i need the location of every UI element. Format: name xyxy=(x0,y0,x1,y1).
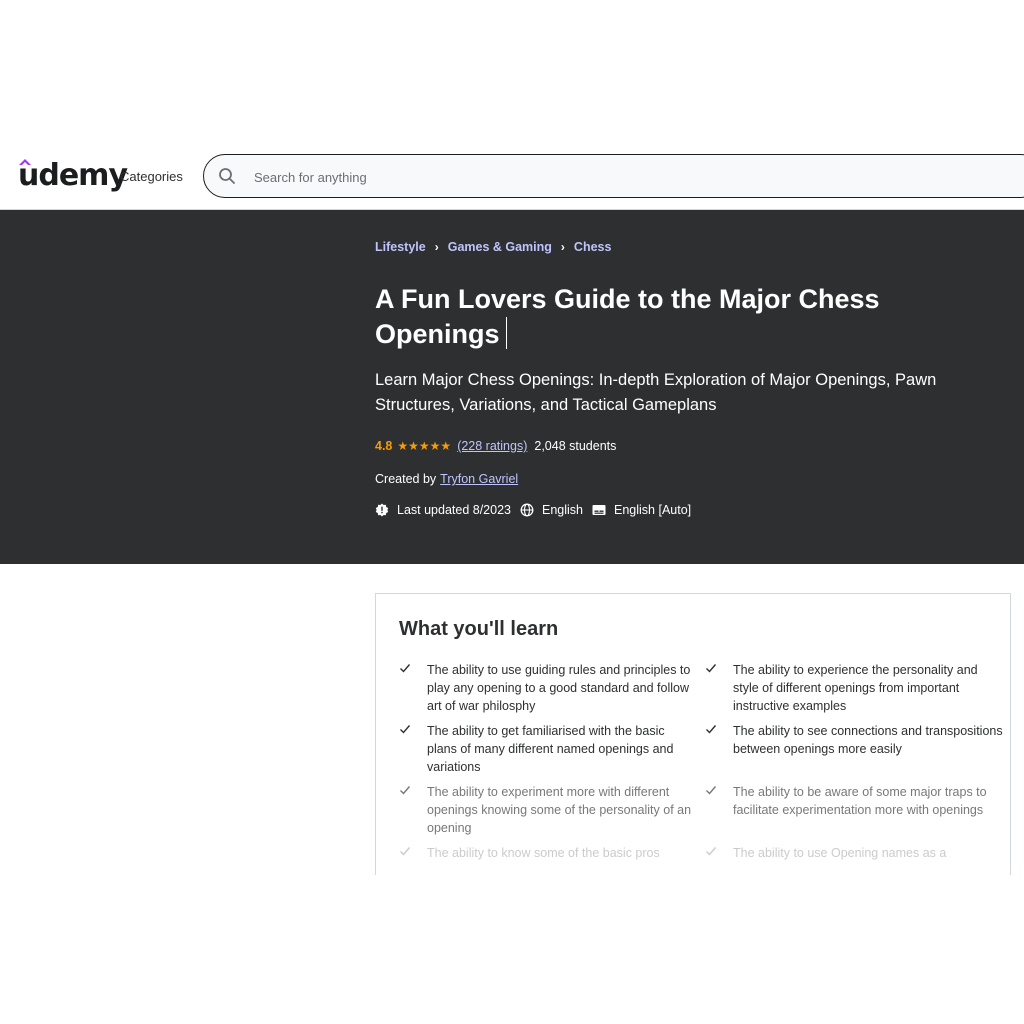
last-updated-text: Last updated 8/2023 xyxy=(397,503,511,517)
learn-item: The ability to see connections and trans… xyxy=(706,722,1003,758)
text-caret xyxy=(505,317,507,349)
breadcrumb-lifestyle[interactable]: Lifestyle xyxy=(375,240,426,254)
logo-text: udemy xyxy=(18,158,128,193)
check-icon xyxy=(706,664,717,673)
learn-item: The ability to use guiding rules and pri… xyxy=(400,661,697,715)
created-by-label: Created by xyxy=(375,472,437,486)
breadcrumb-games-gaming[interactable]: Games & Gaming xyxy=(448,240,552,254)
learn-item: The ability to know some of the basic pr… xyxy=(400,844,697,862)
course-subtitle: Learn Major Chess Openings: In-depth Exp… xyxy=(375,371,937,414)
last-updated: Last updated 8/2023 xyxy=(375,503,511,517)
what-youll-learn: What you'll learn The ability to use gui… xyxy=(375,593,1011,883)
created-by: Created by Tryfon Gavriel xyxy=(375,472,518,486)
learn-item: The ability to experience the personalit… xyxy=(706,661,1003,715)
rating-value: 4.8 xyxy=(375,439,393,453)
search-input[interactable] xyxy=(252,166,956,188)
ratings-count-link[interactable]: (228 ratings) xyxy=(457,439,527,453)
check-icon xyxy=(400,725,411,734)
author-link[interactable]: Tryfon Gavriel xyxy=(440,472,518,486)
check-icon xyxy=(400,664,411,673)
alert-badge-icon xyxy=(375,503,389,517)
search-bar[interactable] xyxy=(203,154,1024,198)
course-meta: Last updated 8/2023 English English [Aut… xyxy=(375,503,700,517)
rating-row: 4.8 ★★★★★ (228 ratings) 2,048 students xyxy=(375,439,616,453)
language-text: English xyxy=(542,503,583,517)
udemy-logo[interactable]: udemy xyxy=(18,158,128,193)
learn-item: The ability to be aware of some major tr… xyxy=(706,783,1003,819)
page-blank-area xyxy=(0,875,1024,1024)
check-icon xyxy=(706,725,717,734)
check-icon xyxy=(706,786,717,795)
learn-item: The ability to experiment more with diff… xyxy=(400,783,697,837)
captions: English [Auto] xyxy=(592,503,691,517)
learn-item-text: The ability to see connections and trans… xyxy=(733,724,1003,756)
captions-text: English [Auto] xyxy=(614,503,692,517)
learn-item-text: The ability to know some of the basic pr… xyxy=(427,846,660,860)
closed-captions-icon xyxy=(592,505,606,515)
learn-heading: What you'll learn xyxy=(399,618,559,640)
top-header: udemy Categories xyxy=(0,140,1024,210)
learn-item: The ability to use Opening names as a xyxy=(706,844,1003,862)
learn-item-text: The ability to use Opening names as a xyxy=(733,846,947,860)
students-count: 2,048 students xyxy=(534,439,617,453)
course-title-text: A Fun Lovers Guide to the Major Chess Op… xyxy=(375,284,880,349)
learn-item-text: The ability to use guiding rules and pri… xyxy=(427,663,691,713)
globe-icon xyxy=(520,503,534,517)
learn-item: The ability to get familiarised with the… xyxy=(400,722,697,776)
learn-item-text: The ability to experience the personalit… xyxy=(733,663,978,713)
breadcrumb: Lifestyle › Games & Gaming › Chess xyxy=(375,240,611,254)
check-icon xyxy=(706,847,717,856)
language: English xyxy=(520,503,583,517)
learn-item-text: The ability to get familiarised with the… xyxy=(427,724,674,774)
check-icon xyxy=(400,847,411,856)
logo-hat-icon xyxy=(19,159,31,165)
search-icon[interactable] xyxy=(218,167,236,185)
course-hero: Lifestyle › Games & Gaming › Chess A Fun… xyxy=(0,210,1024,564)
categories-link[interactable]: Categories xyxy=(120,169,183,184)
chevron-right-icon: › xyxy=(434,240,439,254)
breadcrumb-chess[interactable]: Chess xyxy=(574,240,612,254)
check-icon xyxy=(400,786,411,795)
course-title: A Fun Lovers Guide to the Major Chess Op… xyxy=(375,282,975,352)
learn-item-text: The ability to be aware of some major tr… xyxy=(733,785,987,817)
learn-item-text: The ability to experiment more with diff… xyxy=(427,785,692,835)
chevron-right-icon: › xyxy=(560,240,565,254)
star-rating-icon: ★★★★★ xyxy=(397,439,452,453)
